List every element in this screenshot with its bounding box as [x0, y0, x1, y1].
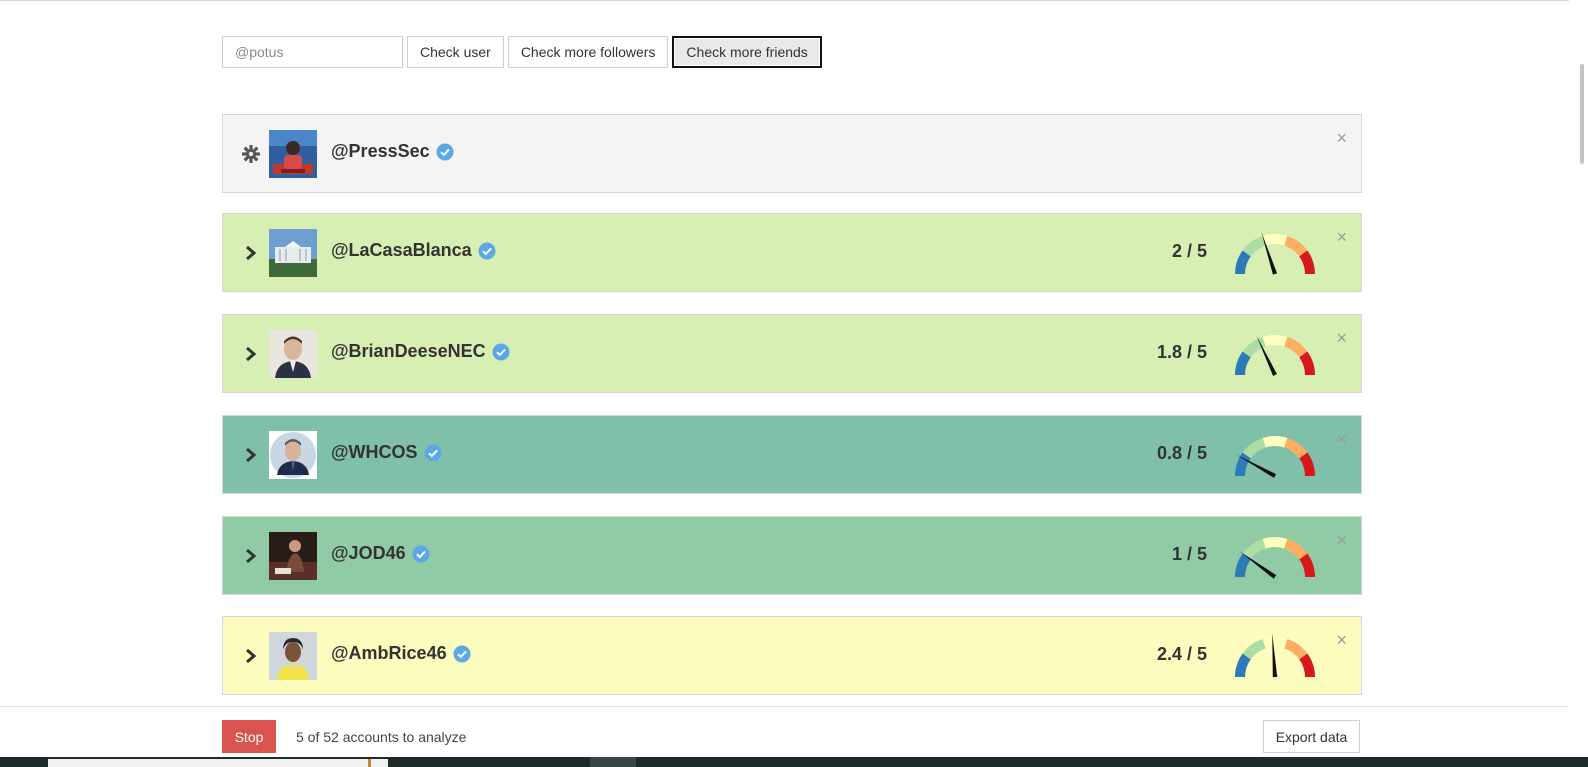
stop-button[interactable]: Stop	[222, 720, 276, 753]
chevron-right-icon	[246, 245, 257, 260]
top-divider	[0, 0, 1588, 1]
taskbar-item[interactable]	[590, 757, 636, 767]
username-input[interactable]	[222, 36, 403, 68]
avatar[interactable]	[269, 632, 317, 680]
expand-button[interactable]	[239, 214, 263, 291]
expand-button[interactable]	[239, 517, 263, 594]
settings-button[interactable]	[239, 115, 263, 192]
verified-badge-icon	[453, 645, 471, 662]
status-bar: Stop 5 of 52 accounts to analyze Export …	[0, 706, 1569, 757]
gauge-segment	[1262, 234, 1288, 246]
account-card: @WHCOS 0.8 / 5 ×	[222, 415, 1362, 494]
account-card: @LaCasaBlanca 2 / 5 ×	[222, 213, 1362, 292]
score-gauge	[1235, 436, 1315, 478]
score-label: 0.8 / 5	[1156, 443, 1207, 463]
score-label: 2 / 5	[1171, 241, 1207, 261]
verified-badge-icon	[424, 444, 442, 461]
score-gauge	[1235, 335, 1315, 376]
taskbar-indicator	[368, 759, 371, 767]
scrollbar[interactable]	[1569, 0, 1588, 767]
progress-text: 5 of 52 accounts to analyze	[296, 729, 467, 745]
close-icon[interactable]: ×	[1336, 228, 1347, 246]
account-handle[interactable]: @PressSec	[331, 141, 430, 162]
avatar[interactable]	[269, 130, 317, 178]
toolbar: Check user Check more followers Check mo…	[222, 36, 822, 70]
verified-badge-icon	[412, 545, 430, 562]
verified-badge-icon	[492, 343, 510, 360]
chevron-right-icon	[246, 648, 257, 663]
score-label: 1 / 5	[1171, 544, 1207, 564]
account-handle[interactable]: @AmbRice46	[331, 643, 447, 664]
score-label: 1.8 / 5	[1156, 342, 1207, 362]
account-handle[interactable]: @BrianDeeseNEC	[331, 341, 486, 362]
expand-button[interactable]	[239, 315, 263, 392]
chevron-right-icon	[246, 548, 257, 563]
avatar[interactable]	[269, 330, 317, 378]
avatar[interactable]	[269, 431, 317, 479]
check-user-button[interactable]: Check user	[407, 36, 504, 68]
export-data-button[interactable]: Export data	[1263, 720, 1360, 753]
avatar[interactable]	[269, 532, 317, 580]
gauge-segment	[1262, 537, 1288, 549]
scrollbar-thumb[interactable]	[1580, 64, 1584, 164]
close-icon[interactable]: ×	[1336, 329, 1347, 347]
account-handle[interactable]: @LaCasaBlanca	[331, 240, 472, 261]
close-icon[interactable]: ×	[1336, 631, 1347, 649]
verified-badge-icon	[478, 242, 496, 259]
avatar[interactable]	[269, 229, 317, 277]
verified-badge-icon	[436, 143, 454, 160]
expand-button[interactable]	[239, 416, 263, 493]
gear-icon	[242, 144, 260, 163]
account-card: @JOD46 1 / 5 ×	[222, 516, 1362, 595]
check-more-friends-button[interactable]: Check more friends	[672, 36, 822, 68]
close-icon[interactable]: ×	[1336, 129, 1347, 147]
account-card: @BrianDeeseNEC 1.8 / 5 ×	[222, 314, 1362, 393]
score-gauge	[1235, 537, 1315, 579]
gauge-segment	[1262, 436, 1288, 448]
score-gauge	[1235, 633, 1315, 678]
close-icon[interactable]: ×	[1336, 531, 1347, 549]
taskbar-item[interactable]	[48, 759, 388, 767]
score-gauge	[1235, 232, 1315, 275]
expand-button[interactable]	[239, 617, 263, 694]
account-handle[interactable]: @WHCOS	[331, 442, 418, 463]
chevron-right-icon	[246, 346, 257, 361]
account-handle[interactable]: @JOD46	[331, 543, 406, 564]
gauge-segment	[1262, 335, 1288, 347]
close-icon[interactable]: ×	[1336, 430, 1347, 448]
os-taskbar	[0, 757, 1588, 767]
chevron-right-icon	[246, 447, 257, 462]
gauge-segment	[1262, 637, 1288, 649]
account-card: @AmbRice46 2.4 / 5 ×	[222, 616, 1362, 695]
check-more-followers-button[interactable]: Check more followers	[507, 36, 669, 68]
score-label: 2.4 / 5	[1156, 644, 1207, 664]
account-card: @PressSec ×	[222, 114, 1362, 193]
